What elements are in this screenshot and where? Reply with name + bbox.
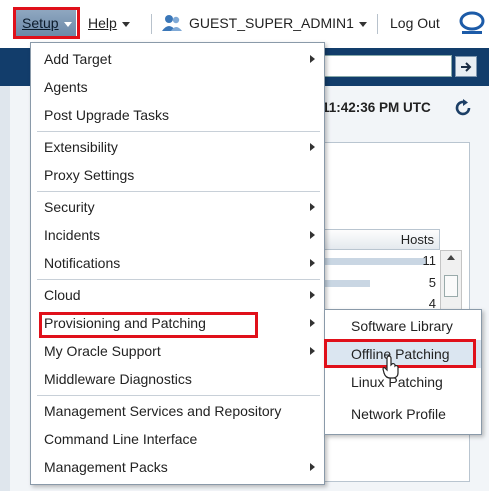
- menu-item-extensibility[interactable]: Extensibility: [31, 133, 324, 161]
- submenu-item-network-profile[interactable]: Network Profile: [325, 400, 481, 428]
- setup-highlight-box: [13, 7, 80, 39]
- oracle-logo-icon: [459, 11, 485, 34]
- menu-item-label: Cloud: [44, 287, 81, 303]
- user-label: GUEST_SUPER_ADMIN1: [189, 15, 354, 31]
- chevron-right-icon: [310, 143, 315, 151]
- scroll-up-icon[interactable]: [447, 255, 455, 260]
- menu-divider: [37, 279, 320, 280]
- left-strip: [0, 86, 10, 491]
- submenu-item-label: Software Library: [351, 318, 453, 334]
- chevron-right-icon: [310, 203, 315, 211]
- submenu-item-linux-patching[interactable]: Linux Patching: [325, 368, 481, 396]
- menu-item-label: Management Services and Repository: [44, 403, 282, 419]
- menu-item-label: Middleware Diagnostics: [44, 371, 192, 387]
- menu-item-label: Command Line Interface: [44, 431, 198, 447]
- chevron-right-icon: [310, 347, 315, 355]
- user-menu-button[interactable]: GUEST_SUPER_ADMIN1: [161, 11, 367, 35]
- scroll-thumb[interactable]: [444, 275, 458, 297]
- menu-item-management-packs[interactable]: Management Packs: [31, 453, 324, 481]
- menu-item-label: Post Upgrade Tasks: [44, 107, 170, 123]
- menu-divider: [37, 395, 320, 396]
- chevron-right-icon: [310, 291, 315, 299]
- menu-item-label: Incidents: [44, 227, 101, 243]
- host-bar: [322, 280, 370, 287]
- menu-item-command-line-interface[interactable]: Command Line Interface: [31, 425, 324, 453]
- menu-item-security[interactable]: Security: [31, 193, 324, 221]
- divider: [151, 14, 152, 34]
- host-count: 5: [428, 275, 436, 290]
- menu-item-cloud[interactable]: Cloud: [31, 281, 324, 309]
- arrow-right-icon: [461, 61, 472, 72]
- offline-patching-highlight-box: [324, 339, 476, 368]
- hosts-scrollbar[interactable]: [440, 250, 462, 310]
- setup-dropdown-menu: Add Target Agents Post Upgrade Tasks Ext…: [30, 42, 325, 485]
- menu-item-label: Extensibility: [44, 139, 118, 155]
- menu-item-label: Security: [44, 199, 95, 215]
- menu-item-add-target[interactable]: Add Target: [31, 45, 324, 73]
- chevron-down-icon: [121, 21, 130, 27]
- chevron-right-icon: [310, 319, 315, 327]
- menu-item-label: Agents: [44, 79, 88, 95]
- menu-item-label: Proxy Settings: [44, 167, 135, 183]
- submenu-item-label: Network Profile: [351, 406, 446, 422]
- user-icon: [162, 15, 182, 31]
- menu-item-label: Management Packs: [44, 459, 168, 475]
- menu-item-label: Notifications: [44, 255, 121, 271]
- menu-item-label: Add Target: [44, 51, 112, 67]
- menu-item-middleware-diagnostics[interactable]: Middleware Diagnostics: [31, 365, 324, 393]
- menu-item-notifications[interactable]: Notifications: [31, 249, 324, 277]
- chevron-down-icon: [358, 21, 367, 27]
- chevron-right-icon: [310, 463, 315, 471]
- global-header: Setup Help GUEST_SUPER_ADMIN1 Log Out: [0, 0, 489, 48]
- hosts-column-header[interactable]: Hosts: [322, 229, 440, 250]
- chevron-right-icon: [310, 259, 315, 267]
- divider: [377, 14, 378, 34]
- menu-item-proxy-settings[interactable]: Proxy Settings: [31, 161, 324, 189]
- hosts-header-label: Hosts: [400, 232, 434, 247]
- mouse-pointer-icon: [382, 355, 399, 379]
- menu-divider: [37, 131, 320, 132]
- refresh-time: 11:42:36 PM UTC: [322, 100, 431, 115]
- menu-item-agents[interactable]: Agents: [31, 73, 324, 101]
- provisioning-submenu: Software Library Offline Patching Linux …: [324, 309, 482, 435]
- menu-divider: [37, 191, 320, 192]
- help-label: Help: [88, 15, 117, 31]
- refresh-icon[interactable]: [452, 97, 474, 119]
- menu-item-my-oracle-support[interactable]: My Oracle Support: [31, 337, 324, 365]
- chevron-right-icon: [310, 231, 315, 239]
- submenu-item-software-library[interactable]: Software Library: [325, 312, 481, 340]
- help-menu-button[interactable]: Help: [88, 11, 130, 35]
- menu-item-label: My Oracle Support: [44, 343, 161, 359]
- chevron-right-icon: [310, 55, 315, 63]
- host-count: 11: [422, 253, 437, 268]
- menu-item-management-services-and-repository[interactable]: Management Services and Repository: [31, 397, 324, 425]
- go-button[interactable]: [455, 56, 477, 77]
- menu-item-post-upgrade-tasks[interactable]: Post Upgrade Tasks: [31, 101, 324, 129]
- logout-link[interactable]: Log Out: [390, 11, 440, 35]
- provisioning-highlight-box: [39, 312, 258, 338]
- menu-item-incidents[interactable]: Incidents: [31, 221, 324, 249]
